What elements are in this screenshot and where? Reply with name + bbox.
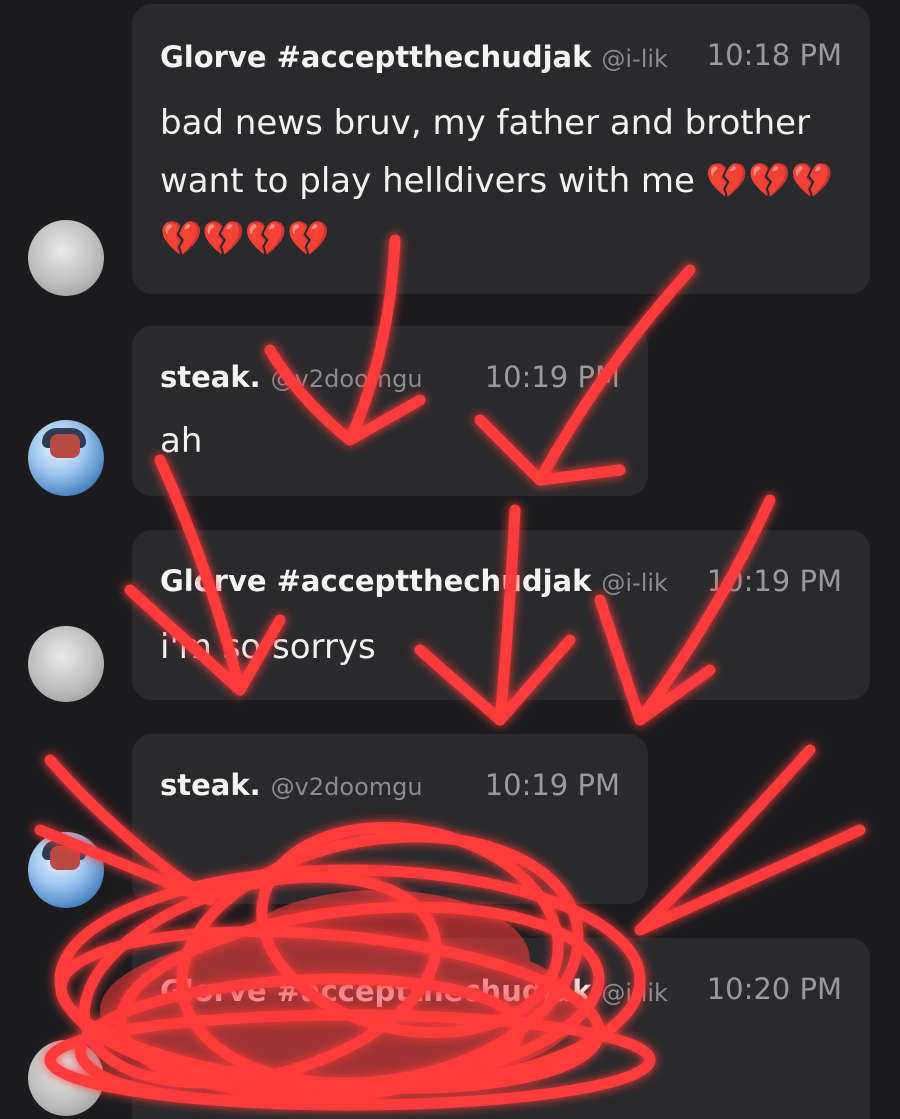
author-handle: @i-lik bbox=[601, 569, 668, 597]
message-bubble[interactable]: steak. @v2doomgu 10:19 PM bbox=[132, 734, 648, 904]
avatar[interactable] bbox=[28, 832, 104, 908]
timestamp: 10:18 PM bbox=[706, 38, 842, 72]
author-name[interactable]: steak. bbox=[160, 360, 261, 394]
avatar[interactable] bbox=[28, 626, 104, 702]
avatar[interactable] bbox=[28, 1040, 104, 1116]
author-name[interactable]: Glorve #acceptthechudjak bbox=[160, 564, 591, 598]
timestamp: 10:19 PM bbox=[484, 768, 620, 802]
author-name[interactable]: Glorve #acceptthechudjak bbox=[160, 40, 591, 74]
message-bubble[interactable]: Glorve #acceptthechudjak @i-lik 10:20 PM bbox=[132, 938, 870, 1119]
avatar[interactable] bbox=[28, 220, 104, 296]
message-text: ah bbox=[160, 421, 203, 461]
avatar[interactable] bbox=[28, 420, 104, 496]
author-name[interactable]: Glorve #acceptthechudjak bbox=[160, 974, 591, 1008]
message-text: i'm so sorrys bbox=[160, 627, 376, 667]
timestamp: 10:19 PM bbox=[706, 564, 842, 598]
author-handle: @v2doomgu bbox=[270, 773, 423, 801]
message-text: bad news bruv, my father and brother wan… bbox=[160, 103, 833, 259]
message-bubble[interactable]: steak. @v2doomgu 10:19 PM ah bbox=[132, 326, 648, 496]
message-bubble[interactable]: Glorve #acceptthechudjak @i-lik 10:18 PM… bbox=[132, 4, 870, 294]
timestamp: 10:19 PM bbox=[484, 360, 620, 394]
author-name[interactable]: steak. bbox=[160, 768, 261, 802]
message-bubble[interactable]: Glorve #acceptthechudjak @i-lik 10:19 PM… bbox=[132, 530, 870, 700]
author-handle: @i-lik bbox=[601, 45, 668, 73]
author-handle: @v2doomgu bbox=[270, 365, 423, 393]
author-handle: @i-lik bbox=[601, 979, 668, 1007]
timestamp: 10:20 PM bbox=[706, 972, 842, 1006]
